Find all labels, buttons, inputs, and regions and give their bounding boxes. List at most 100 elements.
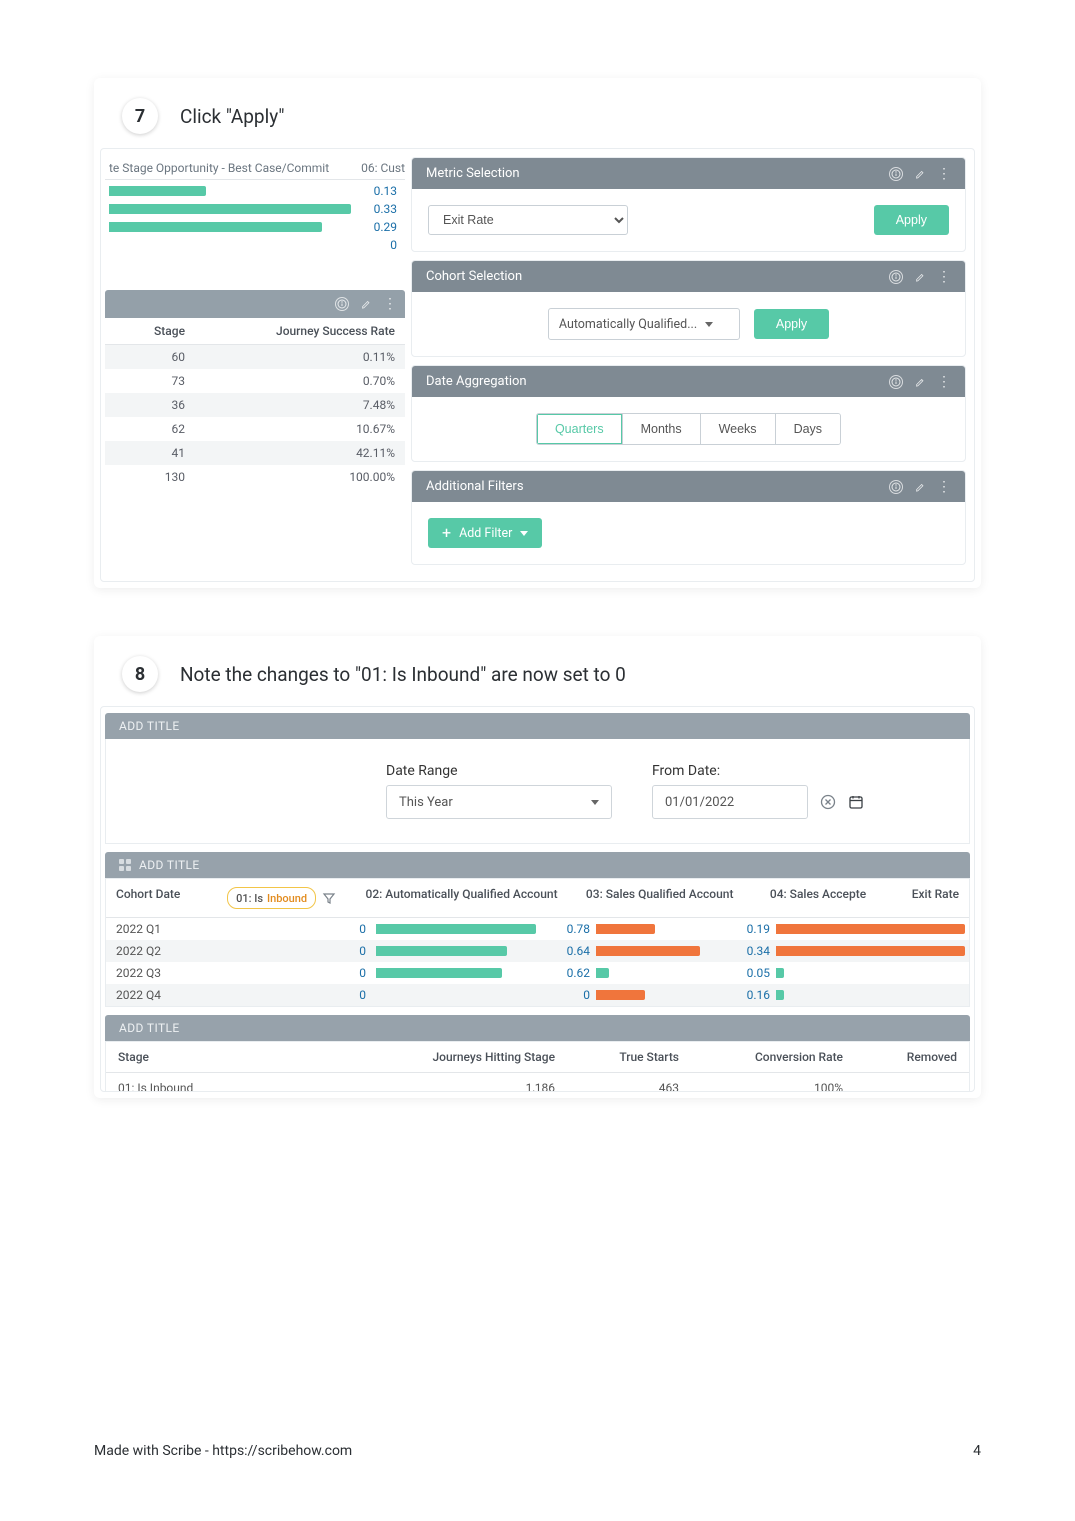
left-header-2: 06: Cust bbox=[341, 161, 405, 175]
aggregation-option-weeks[interactable]: Weeks bbox=[700, 414, 775, 444]
edit-icon[interactable] bbox=[913, 480, 927, 494]
cohort-apply-button[interactable]: Apply bbox=[754, 309, 829, 339]
filter-chip[interactable]: 01: Is Inbound bbox=[227, 887, 316, 909]
additional-filters-panel: Additional Filters ⋮ + Add Filter bbox=[411, 470, 966, 565]
date-aggregation-segment: QuartersMonthsWeeksDays bbox=[536, 413, 841, 445]
left-mini-panel: ⋮ Stage Journey Success Rate 600.11%730.… bbox=[105, 290, 405, 489]
add-title-bar-1[interactable]: ADD TITLE bbox=[105, 713, 970, 739]
table-row: 600.11% bbox=[105, 345, 405, 370]
cohort-selection-panel: Cohort Selection ⋮ Automatically Qualifi… bbox=[411, 260, 966, 357]
clear-icon[interactable] bbox=[820, 794, 836, 810]
bar-row: 0.13 bbox=[109, 182, 401, 200]
left-header-1: te Stage Opportunity - Best Case/Commit bbox=[105, 161, 341, 175]
add-title-text: ADD TITLE bbox=[139, 858, 200, 872]
stage-row: 01: Is Inbound1,186463100% bbox=[106, 1073, 969, 1092]
aggregation-option-months[interactable]: Months bbox=[622, 414, 700, 444]
edit-icon[interactable] bbox=[913, 270, 927, 284]
step-7-number: 7 bbox=[122, 98, 158, 134]
step-8-header: 8 Note the changes to "01: Is Inbound" a… bbox=[94, 636, 981, 702]
date-range-value: This Year bbox=[399, 795, 453, 810]
rate-table-h2: Journey Success Rate bbox=[195, 318, 405, 345]
grid-row: 2022 Q100.780.19 bbox=[106, 918, 969, 940]
more-icon[interactable]: ⋮ bbox=[937, 375, 951, 389]
metric-select[interactable]: Exit Rate bbox=[428, 205, 628, 235]
date-aggregation-panel: Date Aggregation ⋮ QuartersMonthsWeeksDa… bbox=[411, 365, 966, 462]
add-filter-label: Add Filter bbox=[459, 526, 512, 541]
step-8-title: Note the changes to "01: Is Inbound" are… bbox=[180, 663, 626, 686]
date-range-select[interactable]: This Year bbox=[386, 785, 612, 819]
edit-icon[interactable] bbox=[913, 167, 927, 181]
additional-filters-title: Additional Filters bbox=[426, 479, 889, 494]
metric-selection-title: Metric Selection bbox=[426, 166, 889, 181]
stage-summary-table: Stage Journeys Hitting Stage True Starts… bbox=[105, 1041, 970, 1092]
step-7-header: 7 Click "Apply" bbox=[94, 78, 981, 144]
aggregation-option-days[interactable]: Days bbox=[775, 414, 840, 444]
grid-h-c3: 03: Sales Qualified Account bbox=[576, 879, 760, 917]
left-column-headers: te Stage Opportunity - Best Case/Commit … bbox=[105, 157, 405, 180]
bar-row: 0.29 bbox=[109, 218, 401, 236]
table-row: 730.70% bbox=[105, 369, 405, 393]
grid-row: 2022 Q4000.16 bbox=[106, 984, 969, 1006]
more-icon[interactable]: ⋮ bbox=[937, 270, 951, 284]
date-range-label: Date Range bbox=[386, 763, 612, 779]
step-7-card: 7 Click "Apply" te Stage Opportunity - B… bbox=[94, 78, 981, 588]
stage-h4: Removed bbox=[855, 1042, 969, 1072]
info-icon[interactable] bbox=[889, 167, 903, 181]
add-filter-button[interactable]: + Add Filter bbox=[428, 518, 542, 548]
metric-apply-button[interactable]: Apply bbox=[874, 205, 949, 235]
grid-header: Cohort Date 01: Is Inbound 02: Automatic… bbox=[106, 879, 969, 918]
cohort-selection-title: Cohort Selection bbox=[426, 269, 889, 284]
rate-table-h1: Stage bbox=[105, 318, 195, 345]
grid-row: 2022 Q200.640.34 bbox=[106, 940, 969, 962]
grid-h-isinbound[interactable]: 01: Is Inbound bbox=[217, 879, 355, 917]
from-date-value: 01/01/2022 bbox=[665, 795, 734, 810]
chevron-down-icon bbox=[705, 322, 713, 327]
bar-value: 0.33 bbox=[351, 202, 401, 216]
grid-h-c2: 02: Automatically Qualified Account bbox=[356, 879, 576, 917]
info-icon[interactable] bbox=[889, 270, 903, 284]
stage-h3: Conversion Rate bbox=[691, 1042, 855, 1072]
page-number: 4 bbox=[973, 1443, 981, 1459]
success-rate-table: Stage Journey Success Rate 600.11%730.70… bbox=[105, 318, 405, 489]
step-7-right-column: Metric Selection ⋮ Exit Rate Apply bbox=[411, 157, 970, 565]
page-footer: Made with Scribe - https://scribehow.com… bbox=[94, 1443, 981, 1459]
table-row: 367.48% bbox=[105, 393, 405, 417]
filter-icon[interactable] bbox=[322, 891, 336, 905]
stage-h2: True Starts bbox=[567, 1042, 691, 1072]
stage-table-header: Stage Journeys Hitting Stage True Starts… bbox=[106, 1042, 969, 1073]
step-7-body: te Stage Opportunity - Best Case/Commit … bbox=[100, 148, 975, 582]
add-title-bar-2[interactable]: ADD TITLE bbox=[105, 852, 970, 878]
grid-h-exit: Exit Rate bbox=[876, 879, 969, 917]
grid-h-cohort: Cohort Date bbox=[106, 879, 217, 917]
chip-highlight: Inbound bbox=[267, 892, 307, 905]
grid-row: 2022 Q300.620.05 bbox=[106, 962, 969, 984]
add-title-bar-3[interactable]: ADD TITLE bbox=[105, 1015, 970, 1041]
more-icon[interactable]: ⋮ bbox=[937, 480, 951, 494]
more-icon[interactable]: ⋮ bbox=[937, 167, 951, 181]
plus-icon: + bbox=[442, 525, 451, 541]
bar-row: 0 bbox=[109, 236, 401, 254]
aggregation-option-quarters[interactable]: Quarters bbox=[537, 414, 622, 444]
chevron-down-icon bbox=[591, 800, 599, 805]
edit-icon[interactable] bbox=[359, 297, 373, 311]
edit-icon[interactable] bbox=[913, 375, 927, 389]
info-icon[interactable] bbox=[889, 480, 903, 494]
date-aggregation-title: Date Aggregation bbox=[426, 374, 889, 389]
info-icon[interactable] bbox=[889, 375, 903, 389]
table-row: 6210.67% bbox=[105, 417, 405, 441]
step-8-card: 8 Note the changes to "01: Is Inbound" a… bbox=[94, 636, 981, 1098]
table-row: 4142.11% bbox=[105, 441, 405, 465]
chevron-down-icon bbox=[520, 531, 528, 536]
cohort-exit-rate-grid: Cohort Date 01: Is Inbound 02: Automatic… bbox=[105, 878, 970, 1007]
metric-selection-panel: Metric Selection ⋮ Exit Rate Apply bbox=[411, 157, 966, 252]
mini-panel-header: ⋮ bbox=[105, 290, 405, 318]
more-icon[interactable]: ⋮ bbox=[383, 297, 397, 311]
step-8-body: ADD TITLE Date Range This Year From Date… bbox=[100, 706, 975, 1092]
calendar-icon[interactable] bbox=[848, 794, 864, 810]
step-8-number: 8 bbox=[122, 656, 158, 692]
from-date-input[interactable]: 01/01/2022 bbox=[652, 785, 808, 819]
cohort-select[interactable]: Automatically Qualified... bbox=[548, 308, 740, 340]
bar-row: 0.33 bbox=[109, 200, 401, 218]
bar-value: 0.29 bbox=[351, 220, 401, 234]
info-icon[interactable] bbox=[335, 297, 349, 311]
